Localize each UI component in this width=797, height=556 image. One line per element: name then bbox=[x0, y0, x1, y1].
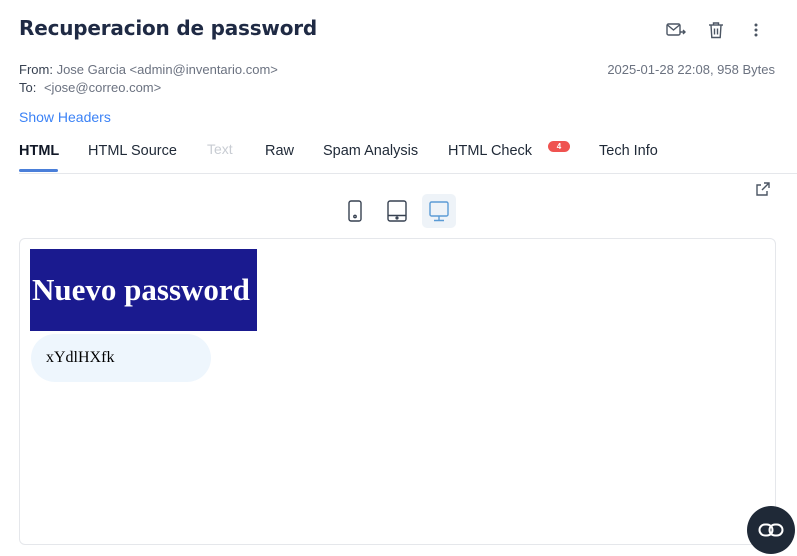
more-vertical-icon bbox=[754, 23, 758, 37]
tablet-icon bbox=[387, 200, 407, 222]
date-size: 2025-01-28 22:08, 958 Bytes bbox=[607, 62, 775, 77]
tab-tech-info[interactable]: Tech Info bbox=[599, 143, 658, 159]
tab-html-source[interactable]: HTML Source bbox=[88, 143, 177, 159]
tab-html-check[interactable]: HTML Check bbox=[448, 143, 532, 159]
delete-button[interactable] bbox=[705, 19, 727, 41]
phone-icon bbox=[348, 200, 362, 222]
password-value: xYdlHXfk bbox=[31, 334, 211, 382]
phone-view-button[interactable] bbox=[338, 194, 372, 228]
more-button[interactable] bbox=[745, 19, 767, 41]
html-check-badge: 4 bbox=[548, 141, 570, 152]
tab-html[interactable]: HTML bbox=[19, 143, 59, 159]
email-preview-frame: Nuevo password xYdlHXfk bbox=[19, 238, 776, 545]
to-value: <jose@correo.com> bbox=[43, 80, 162, 95]
to-label: To: bbox=[19, 80, 37, 95]
view-tabs: HTML HTML Source Text Raw Spam Analysis … bbox=[19, 140, 797, 174]
external-link-icon bbox=[756, 182, 770, 196]
forward-button[interactable] bbox=[665, 19, 687, 41]
to-row: To: <jose@correo.com> bbox=[19, 80, 161, 95]
email-actions bbox=[665, 19, 767, 41]
chat-fab-button[interactable] bbox=[747, 506, 795, 554]
email-heading: Nuevo password bbox=[30, 249, 257, 331]
from-label: From: bbox=[19, 62, 53, 77]
trash-icon bbox=[709, 22, 723, 39]
from-value: Jose Garcia <admin@inventario.com> bbox=[56, 62, 278, 77]
forward-icon bbox=[666, 23, 686, 36]
tab-text: Text bbox=[207, 141, 233, 157]
show-headers-link[interactable]: Show Headers bbox=[19, 109, 111, 125]
active-tab-indicator bbox=[19, 169, 58, 172]
open-external-button[interactable] bbox=[755, 181, 771, 197]
tab-raw[interactable]: Raw bbox=[265, 143, 294, 159]
desktop-view-button[interactable] bbox=[422, 194, 456, 228]
desktop-icon bbox=[429, 201, 449, 222]
from-row: From: Jose Garcia <admin@inventario.com> bbox=[19, 62, 278, 77]
device-toggle-group bbox=[338, 194, 456, 228]
tab-spam-analysis[interactable]: Spam Analysis bbox=[323, 143, 418, 159]
email-subject: Recuperacion de password bbox=[19, 16, 318, 40]
link-icon bbox=[758, 523, 784, 537]
tablet-view-button[interactable] bbox=[380, 194, 414, 228]
